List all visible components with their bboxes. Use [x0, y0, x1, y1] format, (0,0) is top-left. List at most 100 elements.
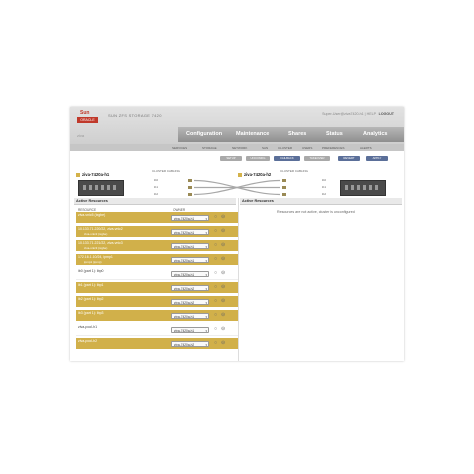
apply-button[interactable]: APPLY	[366, 156, 388, 161]
setup-button[interactable]: SETUP	[220, 156, 242, 161]
head1-chassis-image	[78, 180, 124, 196]
resource-row[interactable]: ib0 (part 1): ibp0 ziva-7420a-h1 ▾ ○ ⊝	[76, 268, 238, 280]
resource-detail: ipmp1 (ipmp)	[84, 260, 102, 265]
port-connector-icon	[188, 186, 192, 189]
subtab-users[interactable]: USERS	[302, 146, 312, 150]
resource-detail: ziva-vnic2 (ixgbe)	[84, 232, 108, 237]
tab-shares[interactable]: Shares	[288, 131, 306, 137]
resource-row[interactable]: ib3 (part 1): ibp3 ziva-7420a-h1 ▾ ○ ⊝	[76, 310, 238, 321]
owner-select-value: ziva-7420a-h1	[174, 272, 195, 277]
resource-row[interactable]: 10.133.71.221/22, ziva-vnic3 ziva-vnic3 (…	[76, 240, 238, 251]
resource-name: 10.133.71.220/22, ziva-vnic2	[78, 227, 123, 231]
tab-analytics[interactable]: Analytics	[363, 131, 387, 137]
chevron-down-icon: ▾	[205, 216, 207, 221]
failback-button[interactable]: FAILBACK	[274, 156, 300, 161]
resource-row[interactable]: 172.16.1.10/24, ipmp1 ipmp1 (ipmp) ziva-74…	[76, 254, 238, 265]
owner-select[interactable]: ziva-7420a-h1 ▾	[171, 214, 209, 221]
status-indicator-icon: ○	[214, 270, 218, 276]
lock-icon[interactable]: ⊝	[221, 256, 225, 262]
owner-select[interactable]: ziva-7420a-h2 ▾	[171, 284, 209, 291]
port-label: ib1	[322, 185, 327, 189]
subtab-storage[interactable]: STORAGE	[202, 146, 217, 150]
resource-detail: ziva-vnic3 (ixgbe)	[84, 246, 108, 251]
lock-icon[interactable]: ⊝	[221, 326, 225, 332]
lock-icon[interactable]: ⊝	[221, 242, 225, 248]
unconfig-button[interactable]: UNCONFIG	[246, 156, 270, 161]
user-info[interactable]: Super-User@ziva7420-h1 | HELP	[322, 112, 376, 116]
head2-chassis-image	[340, 180, 386, 196]
left-panel-title: Active Resources	[74, 198, 236, 205]
resource-row[interactable]: ziva-pool-h2 ziva-7420a-h2 ▾ ○ ⊝	[76, 338, 238, 349]
chevron-down-icon: ▾	[205, 244, 207, 249]
port-connector-icon	[282, 179, 286, 182]
resource-row[interactable]: ib1 (part 1): ibp1 ziva-7420a-h2 ▾ ○ ⊝	[76, 282, 238, 293]
resource-name: ib1 (part 1): ibp1	[78, 283, 104, 287]
owner-select[interactable]: ziva-7420a-h2 ▾	[171, 340, 209, 347]
resource-name: ziva-pool-h2	[78, 339, 98, 343]
subtab-preferences[interactable]: PREFERENCES	[322, 146, 345, 150]
resource-row[interactable]: ziva-pool-h1 ziva-7420a-h1 ▾ ○ ⊝	[76, 324, 238, 336]
status-indicator-icon: ○	[214, 298, 218, 304]
chevron-down-icon: ▾	[205, 230, 207, 235]
owner-select-value: ziva-7420a-h1	[174, 244, 195, 249]
port-connector-icon	[282, 193, 286, 196]
head1-label: ziva-7420a-h1	[76, 172, 109, 177]
revert-button[interactable]: REVERT	[338, 156, 360, 161]
port-label: ib0	[322, 178, 327, 182]
owner-select[interactable]: ziva-7420a-h2 ▾	[171, 298, 209, 305]
subtab-san[interactable]: SAN	[262, 146, 268, 150]
lock-icon[interactable]: ⊝	[221, 312, 225, 318]
resource-row[interactable]: 10.133.71.220/22, ziva-vnic2 ziva-vnic2 (…	[76, 226, 238, 237]
lock-icon[interactable]: ⊝	[221, 284, 225, 290]
owner-select[interactable]: ziva-7420a-h1 ▾	[171, 242, 209, 249]
subtab-cluster[interactable]: CLUSTER	[278, 146, 292, 150]
resource-row[interactable]: ib2 (part 1): ibp2 ziva-7420a-h2 ▾ ○ ⊝	[76, 296, 238, 307]
chevron-down-icon: ▾	[205, 314, 207, 319]
status-indicator-icon: ○	[214, 242, 218, 248]
tab-status[interactable]: Status	[326, 131, 343, 137]
owner-select[interactable]: ziva-7420a-h1 ▾	[171, 256, 209, 263]
port-connector-icon	[282, 186, 286, 189]
status-indicator-icon: ○	[214, 214, 218, 220]
owner-select[interactable]: ziva-7420a-h1 ▾	[171, 228, 209, 235]
tab-configuration[interactable]: Configuration	[186, 131, 222, 137]
owner-select[interactable]: ziva-7420a-h1 ▾	[171, 326, 209, 333]
lock-icon[interactable]: ⊝	[221, 270, 225, 276]
port-connector-icon	[188, 193, 192, 196]
sun-logo-text: Sun	[80, 110, 90, 116]
subtab-network[interactable]: NETWORK	[232, 146, 247, 150]
header-bar: Sun ORACLE SUN ZFS STORAGE 7420 ziva Sup…	[70, 107, 404, 144]
lock-icon[interactable]: ⊝	[221, 228, 225, 234]
logout-link[interactable]: LOGOUT	[379, 112, 394, 116]
right-panel-title: Active Resources	[240, 198, 402, 205]
owner-select-value: ziva-7420a-h1	[174, 314, 195, 319]
port-label: ib1	[154, 185, 159, 189]
subtab-alerts[interactable]: ALERTS	[360, 146, 372, 150]
tab-maintenance[interactable]: Maintenance	[236, 131, 269, 137]
status-indicator-icon: ○	[214, 256, 218, 262]
cluster-cable-diagram	[194, 179, 280, 196]
head1-name: ziva-7420a-h1	[82, 172, 110, 177]
resource-row[interactable]: ziva-vnic5 (ixgbe) ziva-7420a-h1 ▾ ○ ⊝	[76, 212, 238, 223]
chevron-down-icon: ▾	[205, 258, 207, 263]
lock-icon[interactable]: ⊝	[221, 340, 225, 346]
sub-nav: SERVICES STORAGE NETWORK SAN CLUSTER USE…	[70, 144, 404, 151]
lock-icon[interactable]: ⊝	[221, 214, 225, 220]
hostname: ziva	[77, 133, 85, 138]
owner-select-value: ziva-7420a-h1	[174, 216, 195, 221]
takeover-button[interactable]: TAKEOVER	[304, 156, 330, 161]
port-connector-icon	[188, 179, 192, 182]
chevron-down-icon: ▾	[205, 286, 207, 291]
status-indicator-icon: ○	[214, 312, 218, 318]
head-status-icon	[76, 172, 80, 177]
right-cable-label: CLUSTER CABLING	[280, 169, 309, 173]
oracle-logo-text: ORACLE	[77, 117, 98, 123]
port-label: ib2	[154, 192, 159, 196]
owner-select[interactable]: ziva-7420a-h1 ▾	[171, 270, 209, 277]
status-indicator-icon: ○	[214, 228, 218, 234]
port-label: ib2	[322, 192, 327, 196]
subtab-services[interactable]: SERVICES	[172, 146, 187, 150]
owner-select[interactable]: ziva-7420a-h1 ▾	[171, 312, 209, 319]
owner-select-value: ziva-7420a-h2	[174, 300, 195, 305]
lock-icon[interactable]: ⊝	[221, 298, 225, 304]
